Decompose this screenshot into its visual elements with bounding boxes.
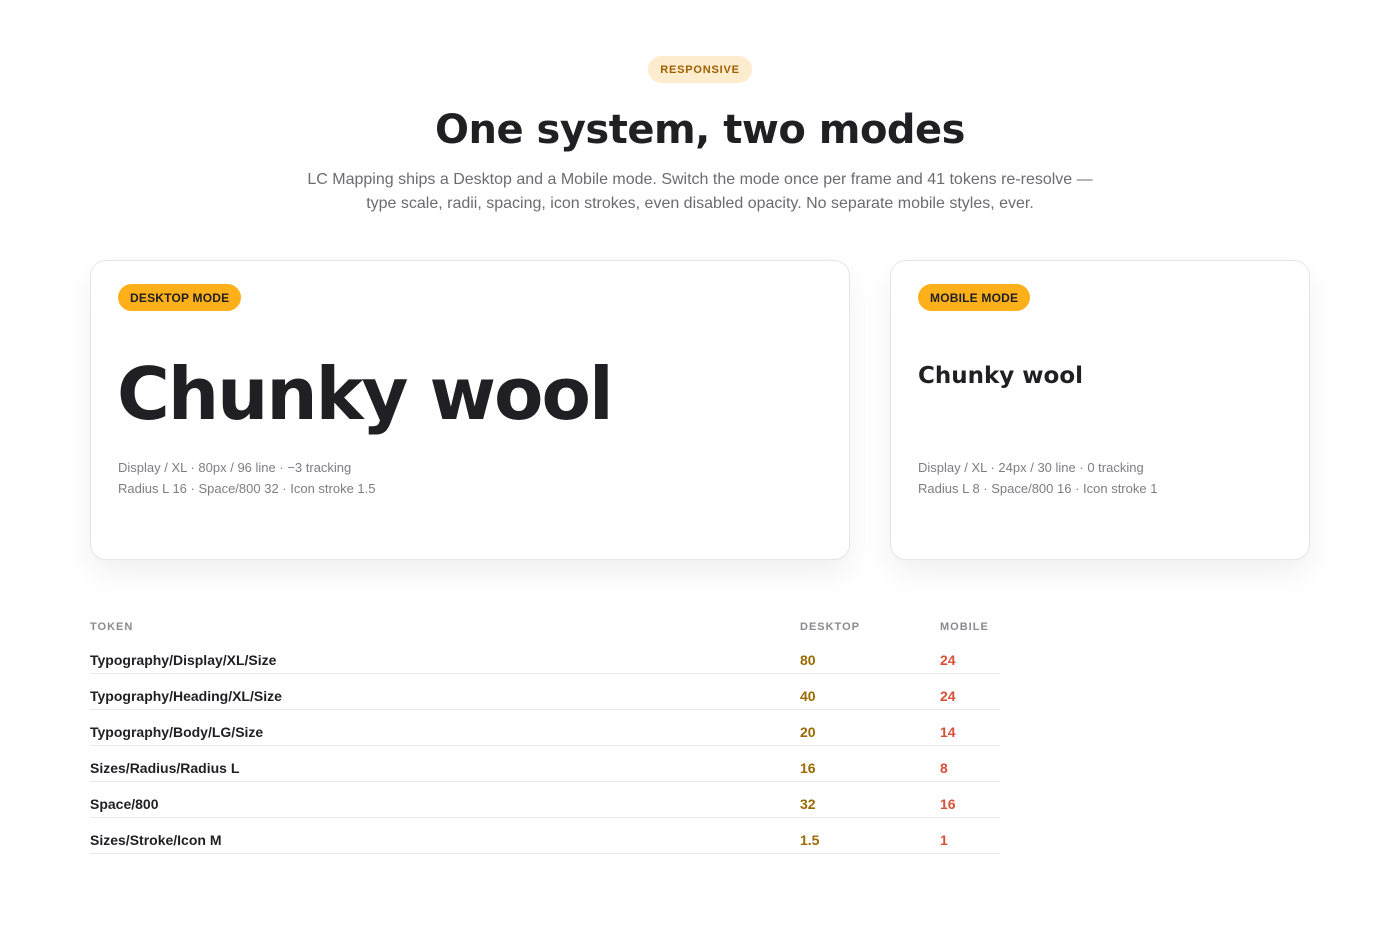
desktop-type-sample: Chunky wool: [117, 352, 614, 436]
mobile-value: 24: [940, 652, 956, 668]
mobile-mode-badge: MOBILE MODE: [918, 284, 1031, 311]
mobile-spec-line-1: Display / XL · 24px / 30 line · 0 tracki…: [918, 460, 1144, 475]
table-row: Typography/Display/XL/Size 80 24: [90, 638, 1000, 674]
page-subtitle: LC Mapping ships a Desktop and a Mobile …: [280, 168, 1120, 216]
column-header-desktop: DESKTOP: [800, 621, 860, 633]
desktop-value: 16: [800, 760, 816, 776]
token-table: TOKEN DESKTOP MOBILE Typography/Display/…: [90, 618, 1000, 854]
desktop-spec-line-1: Display / XL · 80px / 96 line · −3 track…: [118, 460, 352, 475]
table-header: TOKEN DESKTOP MOBILE: [90, 618, 1000, 638]
mobile-type-sample: Chunky wool: [918, 363, 1084, 389]
mobile-specs: Display / XL · 24px / 30 line · 0 tracki…: [918, 457, 1157, 499]
page: RESPONSIVE One system, two modes LC Mapp…: [0, 0, 1400, 926]
table-row: Sizes/Stroke/Icon M 1.5 1: [90, 818, 1000, 854]
mobile-value: 1: [940, 832, 948, 848]
desktop-specs: Display / XL · 80px / 96 line · −3 track…: [118, 457, 376, 499]
eyebrow-badge: RESPONSIVE: [648, 56, 752, 83]
mobile-value: 8: [940, 760, 948, 776]
table-row: Sizes/Radius/Radius L 16 8: [90, 746, 1000, 782]
mobile-spec-line-2: Radius L 8 · Space/800 16 · Icon stroke …: [918, 481, 1158, 496]
desktop-value: 1.5: [800, 832, 820, 848]
mobile-mode-card: MOBILE MODE Chunky wool Display / XL · 2…: [890, 260, 1310, 560]
subtitle-line-1: LC Mapping ships a Desktop and a Mobile …: [307, 171, 1093, 188]
table-row: Typography/Heading/XL/Size 40 24: [90, 674, 1000, 710]
token-name: Space/800: [90, 796, 159, 812]
token-name: Sizes/Stroke/Icon M: [90, 832, 222, 848]
desktop-value: 20: [800, 724, 816, 740]
desktop-mode-badge: DESKTOP MODE: [118, 284, 242, 311]
mobile-value: 14: [940, 724, 956, 740]
mobile-value: 16: [940, 796, 956, 812]
desktop-value: 80: [800, 652, 816, 668]
desktop-value: 40: [800, 688, 816, 704]
token-name: Sizes/Radius/Radius L: [90, 760, 240, 776]
mobile-value: 24: [940, 688, 956, 704]
token-name: Typography/Body/LG/Size: [90, 724, 264, 740]
token-name: Typography/Heading/XL/Size: [90, 688, 282, 704]
column-header-mobile: MOBILE: [940, 621, 989, 633]
token-name: Typography/Display/XL/Size: [90, 652, 277, 668]
desktop-value: 32: [800, 796, 816, 812]
subtitle-line-2: type scale, radii, spacing, icon strokes…: [366, 195, 1034, 212]
desktop-mode-card: DESKTOP MODE Chunky wool Display / XL · …: [90, 260, 850, 560]
table-row: Typography/Body/LG/Size 20 14: [90, 710, 1000, 746]
column-header-token: TOKEN: [90, 621, 134, 633]
desktop-spec-line-2: Radius L 16 · Space/800 32 · Icon stroke…: [118, 481, 376, 496]
page-title: One system, two modes: [435, 107, 966, 153]
table-row: Space/800 32 16: [90, 782, 1000, 818]
